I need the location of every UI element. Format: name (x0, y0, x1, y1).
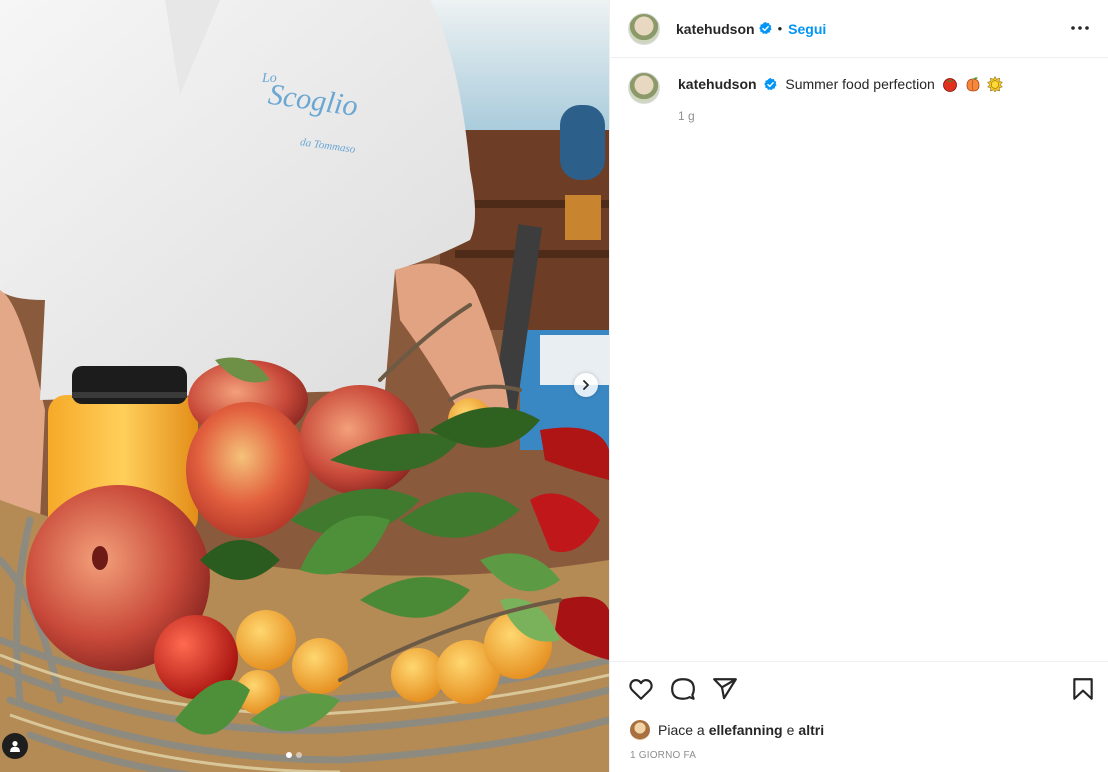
carousel-indicators (286, 752, 302, 758)
carousel-dot-active (286, 752, 292, 758)
post-header: katehudson • Segui (610, 0, 1108, 58)
post-media[interactable]: Lo Scoglio da Tommaso (0, 0, 609, 772)
likes-others-link[interactable]: altri (798, 722, 824, 738)
post-details-pane: katehudson • Segui katehudson Summer foo… (609, 0, 1108, 772)
tomato-emoji-icon (942, 78, 957, 92)
follow-button[interactable]: Segui (788, 21, 826, 37)
likes-summary: Piace a ellefanning e altri (630, 720, 828, 740)
comment-icon[interactable] (670, 676, 696, 702)
verified-badge-icon (758, 22, 772, 35)
author-avatar[interactable] (628, 12, 660, 45)
author-username[interactable]: katehudson (676, 21, 755, 37)
post-caption: katehudson Summer food perfection 1 g (628, 72, 1090, 123)
verified-badge-icon (764, 78, 778, 91)
caption-author-username[interactable]: katehudson (678, 76, 757, 92)
likes-prefix: Piace a (658, 722, 705, 738)
carousel-dot (296, 752, 302, 758)
liker-username[interactable]: ellefanning (709, 722, 783, 738)
likes-conjunction: e (786, 722, 795, 738)
caption-author-avatar[interactable] (628, 72, 660, 104)
sun-emoji-icon (987, 76, 1004, 92)
liker-avatar[interactable] (630, 720, 650, 740)
post-photo: Lo Scoglio da Tommaso (0, 0, 609, 772)
more-options-icon (1071, 26, 1089, 30)
peach-emoji-icon (966, 77, 979, 92)
carousel-next-button[interactable] (574, 373, 598, 397)
more-options-button[interactable] (1068, 18, 1092, 38)
chevron-right-icon (583, 380, 589, 390)
post-actions-section: Piace a ellefanning e altri 1 GIORNO FA (610, 661, 1108, 772)
user-tag-icon (10, 741, 20, 752)
tagged-users-button[interactable] (2, 733, 28, 759)
heart-icon[interactable] (628, 676, 654, 702)
action-bar (628, 676, 738, 702)
share-icon[interactable] (712, 676, 738, 702)
caption-timestamp[interactable]: 1 g (678, 109, 1003, 123)
header-separator: • (777, 21, 783, 36)
post-date[interactable]: 1 GIORNO FA (630, 750, 696, 761)
caption-text: Summer food perfection (785, 76, 935, 92)
bookmark-icon[interactable] (1070, 676, 1096, 702)
